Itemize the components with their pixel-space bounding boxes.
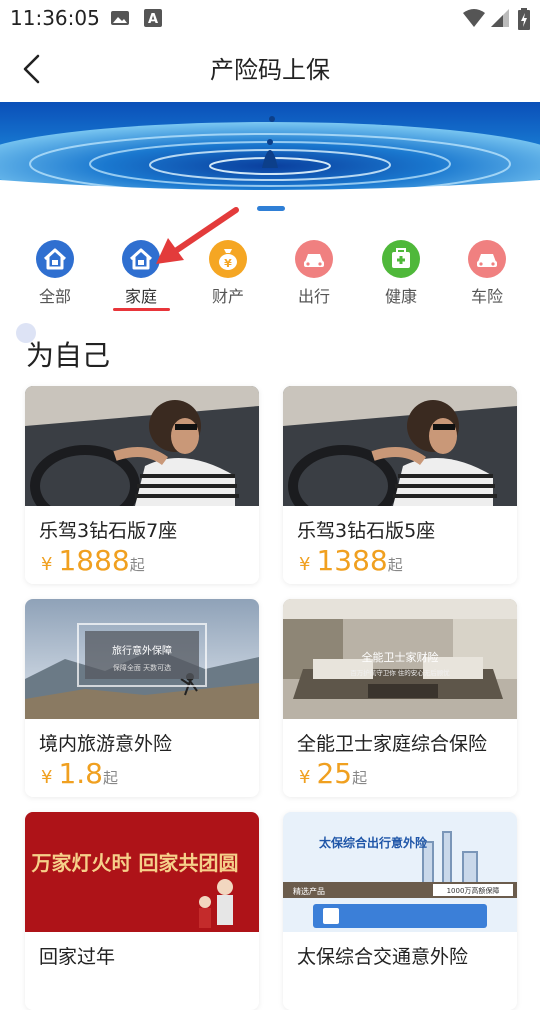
price-suffix: 起 — [352, 769, 368, 787]
product-name: 太保综合交通意外险 — [297, 946, 469, 968]
battery-icon — [518, 8, 530, 30]
product-name: 回家过年 — [39, 946, 116, 968]
price-suffix: 起 — [102, 769, 118, 787]
home-icon — [36, 240, 74, 278]
car-icon — [468, 240, 506, 278]
section-title: 为自己 — [26, 339, 111, 372]
price-value: 1.8 — [58, 757, 103, 790]
product-card[interactable]: 乐驾3钻石版5座 ¥1388起 — [283, 386, 517, 584]
currency-symbol: ¥ — [299, 767, 311, 788]
status-bar: 11:36:05 A — [0, 0, 540, 36]
product-name: 乐驾3钻石版7座 — [39, 520, 178, 542]
price-suffix: 起 — [387, 556, 403, 574]
tab-label: 出行 — [297, 287, 330, 306]
active-tab-indicator — [113, 308, 170, 311]
car-icon — [295, 240, 333, 278]
svg-text:A: A — [148, 12, 158, 27]
product-card[interactable]: 乐驾3钻石版7座 ¥1888起 — [25, 386, 259, 584]
signal-icon — [491, 9, 509, 27]
medical-kit-icon — [382, 240, 420, 278]
image-caption: 太保综合出行意外险 — [319, 835, 428, 850]
product-image — [283, 386, 517, 506]
image-subcaption: 百万护航守卫你 住的安心无后顾忧 — [350, 668, 450, 677]
app-a-icon: A — [144, 9, 162, 27]
product-image: 旅行意外保障 保障全面 天数可选 — [25, 599, 259, 719]
tab-label: 家庭 — [124, 287, 157, 306]
product-price: ¥1.8起 — [41, 757, 118, 790]
price-value: 1888 — [58, 544, 130, 577]
tab-label: 健康 — [384, 287, 417, 306]
product-card[interactable]: 旅行意外保障 保障全面 天数可选 境内旅游意外险 ¥1.8起 — [25, 599, 259, 797]
currency-symbol: ¥ — [41, 767, 53, 788]
product-image — [25, 386, 259, 506]
image-caption: 全能卫士家财险 — [362, 650, 439, 664]
tab-travel[interactable]: 出行 — [274, 234, 354, 307]
image-tag: 精选产品 — [293, 886, 325, 896]
wifi-icon — [463, 9, 485, 27]
price-value: 25 — [316, 757, 353, 790]
product-name: 乐驾3钻石版5座 — [297, 520, 436, 542]
annotation-arrow-icon — [156, 207, 239, 264]
image-subcaption: 保障全面 天数可选 — [113, 663, 171, 672]
currency-symbol: ¥ — [41, 554, 53, 575]
category-tabs: 全部 家庭 ¥ 财产 出行 健康 车险 — [0, 234, 540, 314]
product-card[interactable]: 全能卫士家财险 百万护航守卫你 住的安心无后顾忧 全能卫士家庭综合保险 ¥25起 — [283, 599, 517, 797]
tab-health[interactable]: 健康 — [361, 234, 441, 307]
gallery-icon — [111, 11, 129, 25]
product-card[interactable]: 太保综合出行意外险 精选产品 1000万高额保障 太保综合交通意外险 — [283, 812, 517, 1010]
image-caption: 旅行意外保障 — [112, 644, 172, 657]
banner-image[interactable] — [0, 102, 540, 202]
product-price: ¥1888起 — [41, 544, 145, 577]
banner-pagination — [0, 206, 540, 214]
tab-label: 全部 — [38, 287, 71, 306]
currency-symbol: ¥ — [299, 554, 311, 575]
status-time: 11:36:05 — [10, 6, 100, 30]
product-price: ¥1388起 — [299, 544, 403, 577]
product-name: 全能卫士家庭综合保险 — [297, 733, 488, 755]
tab-label: 财产 — [211, 287, 244, 306]
product-image: 全能卫士家财险 百万护航守卫你 住的安心无后顾忧 — [283, 599, 517, 719]
price-suffix: 起 — [129, 556, 145, 574]
tab-label: 车险 — [470, 287, 503, 306]
product-card[interactable]: 万家灯火时 回家共团圆 回家过年 — [25, 812, 259, 1010]
product-image: 太保综合出行意外险 精选产品 1000万高额保障 — [283, 812, 517, 932]
image-caption: 万家灯火时 回家共团圆 — [31, 851, 239, 875]
tab-auto-insurance[interactable]: 车险 — [447, 234, 527, 307]
product-image: 万家灯火时 回家共团圆 — [25, 812, 259, 932]
water-drop-illustration — [0, 102, 540, 202]
price-value: 1388 — [316, 544, 388, 577]
product-name: 境内旅游意外险 — [39, 733, 173, 755]
pagination-dot-active — [257, 206, 285, 211]
page-title: 产险码上保 — [210, 56, 330, 84]
tab-all[interactable]: 全部 — [15, 234, 95, 307]
app-header: 产险码上保 — [0, 36, 540, 102]
product-price: ¥25起 — [299, 757, 367, 790]
image-tag-value: 1000万高额保障 — [447, 886, 500, 895]
